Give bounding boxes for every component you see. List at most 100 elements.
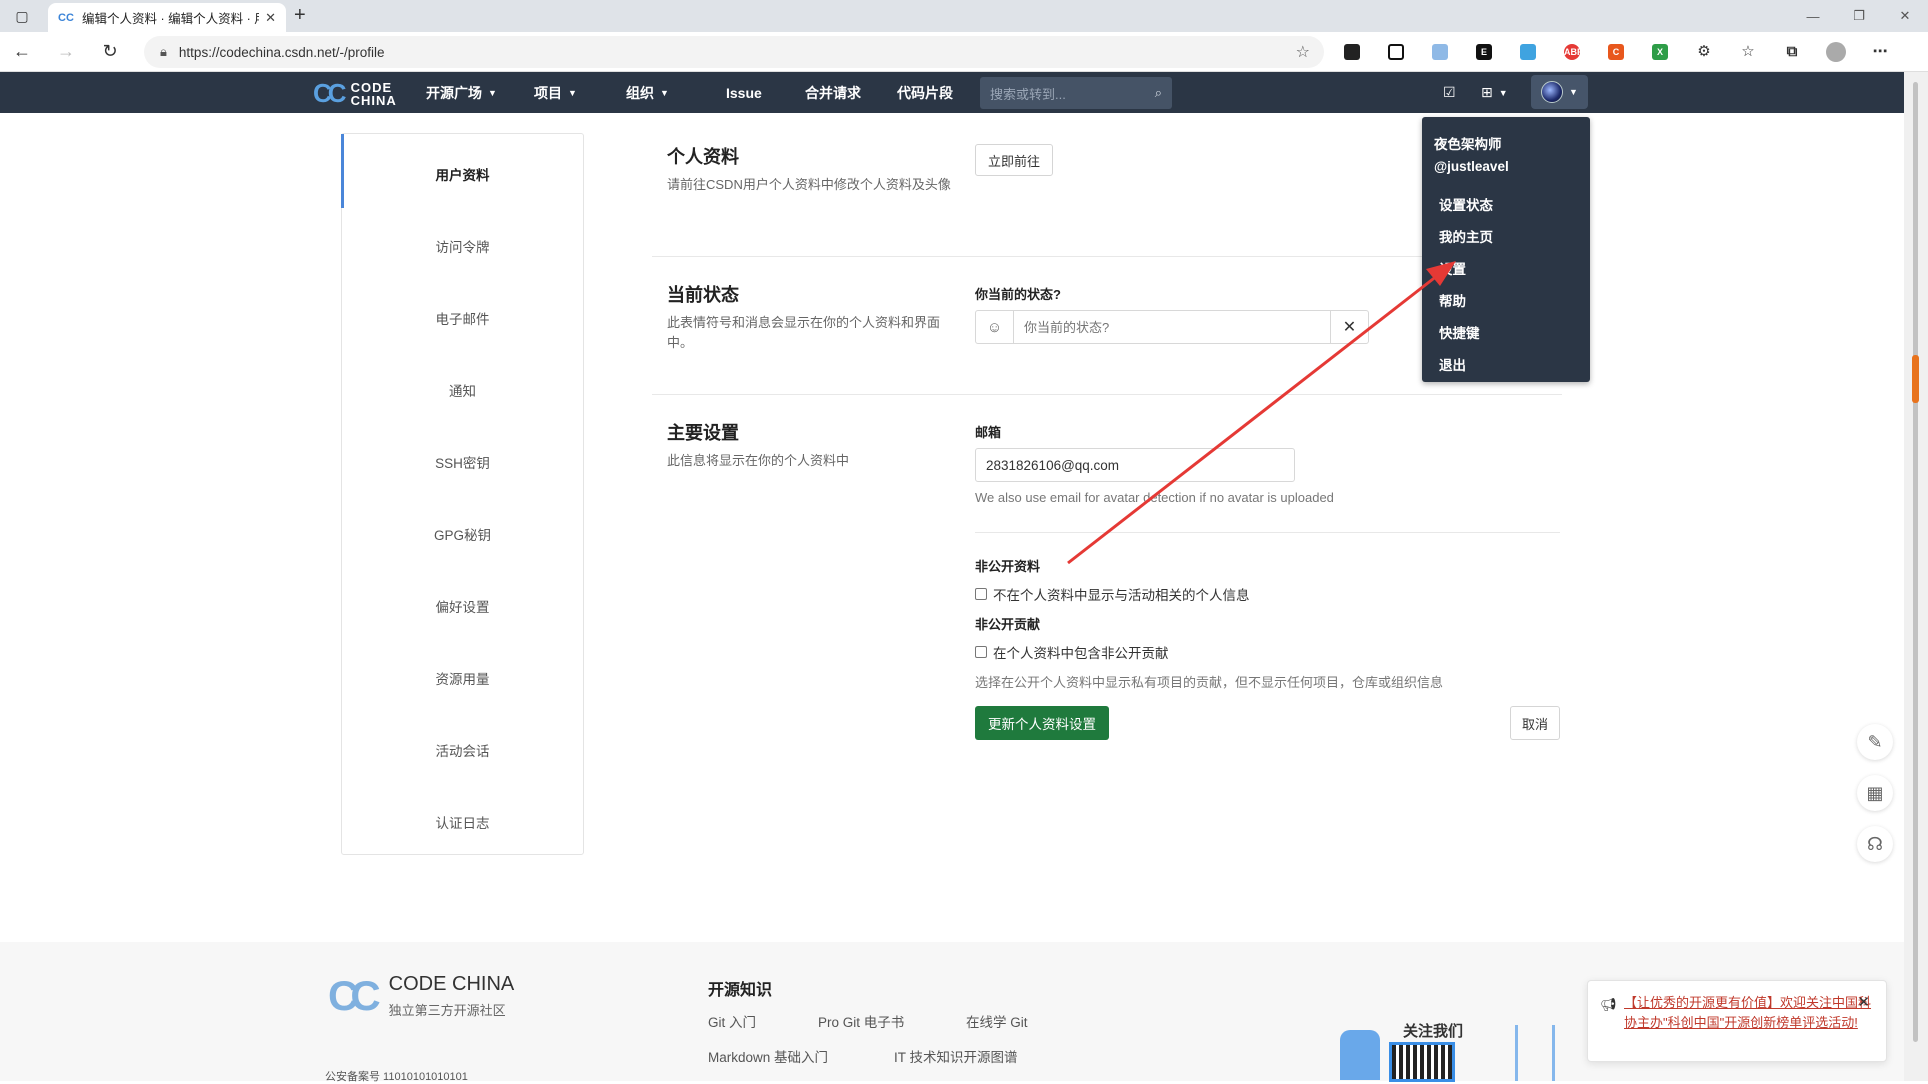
support-headset-icon[interactable]: ☊ [1857,826,1893,862]
nav-projects[interactable]: 项目 ▼ [534,72,577,113]
close-notice-icon[interactable]: ✕ [1857,993,1870,1013]
search-icon: ⌕ [1154,85,1162,100]
refresh-icon[interactable]: ↻ [88,32,132,72]
nav-snippets[interactable]: 代码片段 [897,72,953,113]
sidebar-item-notifications[interactable]: 通知 [342,380,583,400]
sidebar-item-ssh-keys[interactable]: SSH密钥 [342,452,583,472]
adblock-icon[interactable]: ABP [1550,32,1594,72]
new-tab-icon[interactable]: + [294,4,306,27]
extension-1-icon[interactable] [1330,32,1374,72]
favorites-icon[interactable]: ☆ [1726,32,1770,72]
footer-link[interactable]: 在线学 Git [966,1011,1028,1031]
url-text: https://codechina.csdn.net/-/profile [178,44,385,60]
extensions-puzzle-icon[interactable]: ⚙ [1682,32,1726,72]
window-controls: — ❐ ✕ [1790,0,1928,32]
private-profile-checkbox-row[interactable]: 不在个人资料中显示与活动相关的个人信息 [975,584,1250,604]
menu-item-settings[interactable]: 设置 [1434,254,1590,286]
sidebar-item-active-sessions[interactable]: 活动会话 [342,740,583,760]
email-field[interactable] [975,448,1295,482]
favorite-star-icon[interactable]: ☆ [1296,42,1310,62]
sidebar-item-emails[interactable]: 电子邮件 [342,308,583,328]
annotation-arrow [1067,261,1456,565]
go-now-button[interactable]: 立即前往 [975,144,1053,176]
nav-label: Issue [726,84,762,101]
browser-tab[interactable]: CC 编辑个人资料 · 编辑个人资料 · 用 ✕ [48,3,286,32]
search-placeholder: 搜索或转到... [990,86,1066,102]
scroll-thumb[interactable] [1913,82,1918,1042]
follow-us-widget: 关注我们 [1340,1010,1560,1082]
footer-logo-mark-icon: CC [328,972,381,1019]
nav-open-source-plaza[interactable]: 开源广场 ▼ [426,72,497,113]
logo-mark-icon: CC [313,78,347,108]
edit-icon[interactable]: ✎ [1857,724,1893,760]
private-contrib-option: 在个人资料中包含非公开贡献 [993,646,1169,661]
scrollbar[interactable] [1904,72,1928,1081]
nav-groups[interactable]: 组织 ▼ [626,72,669,113]
status-label: 你当前的状态? [975,287,1061,302]
footer-heading: 开源知识 [708,982,773,999]
extension-4-icon[interactable]: E [1462,32,1506,72]
tab-actions-icon[interactable]: ▢ [0,0,44,32]
logo-line2: CHINA [350,92,397,108]
restore-icon[interactable]: ❐ [1836,0,1882,32]
extension-c-icon[interactable]: C [1594,32,1638,72]
footer-link[interactable]: Markdown 基础入门 [708,1046,828,1066]
footer-logo[interactable]: CC CODE CHINA 独立第三方开源社区 [328,972,514,1020]
back-icon[interactable]: ← [0,32,44,72]
new-item-plus-icon[interactable]: ⊞ ▼ [1481,72,1508,113]
nav-merge-requests[interactable]: 合并请求 [805,72,861,113]
sidebar-item-gpg-keys[interactable]: GPG秘钥 [342,524,583,544]
sidebar-item-preferences[interactable]: 偏好设置 [342,596,583,616]
illustration-ladder [1515,1025,1555,1081]
cancel-button[interactable]: 取消 [1510,706,1560,740]
illustration-figure [1340,1030,1380,1080]
footer-link[interactable]: IT 技术知识开源图谱 [894,1046,1018,1066]
menu-item-shortcuts[interactable]: 快捷键 [1434,318,1590,350]
more-menu-icon[interactable]: ⋯ [1858,32,1902,72]
menu-item-sign-out[interactable]: 退出 [1434,350,1590,382]
menu-item-my-profile[interactable]: 我的主页 [1434,222,1590,254]
extension-5-icon[interactable] [1506,32,1550,72]
nav-label: 项目 [534,84,562,101]
status-input[interactable] [1014,311,1330,343]
sidebar-item-usage-quotas[interactable]: 资源用量 [342,668,583,688]
qr-code-icon[interactable]: ▦ [1857,775,1893,811]
close-tab-icon[interactable]: ✕ [265,10,276,26]
minimize-icon[interactable]: — [1790,0,1836,32]
clear-status-icon[interactable]: ✕ [1330,311,1368,343]
chevron-down-icon: ▼ [568,87,577,98]
menu-item-help[interactable]: 帮助 [1434,286,1590,318]
status-section-desc: 此表情符号和消息会显示在你的个人资料和界面中。 [667,315,941,350]
url-field[interactable]: 🔒︎ https://codechina.csdn.net/-/profile … [144,36,1324,68]
extension-2-icon[interactable] [1374,32,1418,72]
extension-excel-icon[interactable]: X [1638,32,1682,72]
menu-item-set-status[interactable]: 设置状态 [1434,190,1590,222]
private-profile-checkbox[interactable] [975,588,987,600]
megaphone-icon: 📢︎ [1600,997,1617,1012]
extension-3-icon[interactable] [1418,32,1462,72]
notice-popup[interactable]: 📢︎ 【让优秀的开源更有价值】欢迎关注中国科协主办"科创中国"开源创新榜单评选活… [1587,980,1887,1062]
notice-text[interactable]: 【让优秀的开源更有价值】欢迎关注中国科协主办"科创中国"开源创新榜单评选活动! [1624,995,1871,1030]
user-handle: @justleavel [1434,159,1509,174]
codechina-logo[interactable]: CC CODE CHINA [313,78,397,109]
sidebar-item-access-tokens[interactable]: 访问令牌 [342,236,583,256]
emoji-picker-icon[interactable]: ☺ [976,311,1014,343]
user-menu-toggle[interactable]: ▼ [1531,75,1588,109]
private-contrib-checkbox[interactable] [975,646,987,658]
profile-icon[interactable] [1814,32,1858,72]
private-contrib-checkbox-row[interactable]: 在个人资料中包含非公开贡献 [975,642,1169,662]
todo-icon[interactable]: ☑ [1443,72,1456,113]
private-profile-label: 非公开资料 [975,559,1041,574]
search-input[interactable]: 搜索或转到... ⌕ [980,77,1172,109]
update-profile-button[interactable]: 更新个人资料设置 [975,706,1109,740]
lock-icon: 🔒︎ [160,44,167,59]
collections-icon[interactable]: ⧉ [1770,32,1814,72]
beian-text: 公安备案号 11010101010101 [325,1071,468,1083]
nav-issue[interactable]: Issue [726,72,762,113]
forward-icon[interactable]: → [44,32,88,72]
footer-link[interactable]: Git 入门 [708,1011,756,1031]
footer-link[interactable]: Pro Git 电子书 [818,1011,904,1031]
close-window-icon[interactable]: ✕ [1882,0,1928,32]
sidebar-item-auth-log[interactable]: 认证日志 [342,812,583,832]
sidebar-item-profile[interactable]: 用户资料 [342,164,583,184]
